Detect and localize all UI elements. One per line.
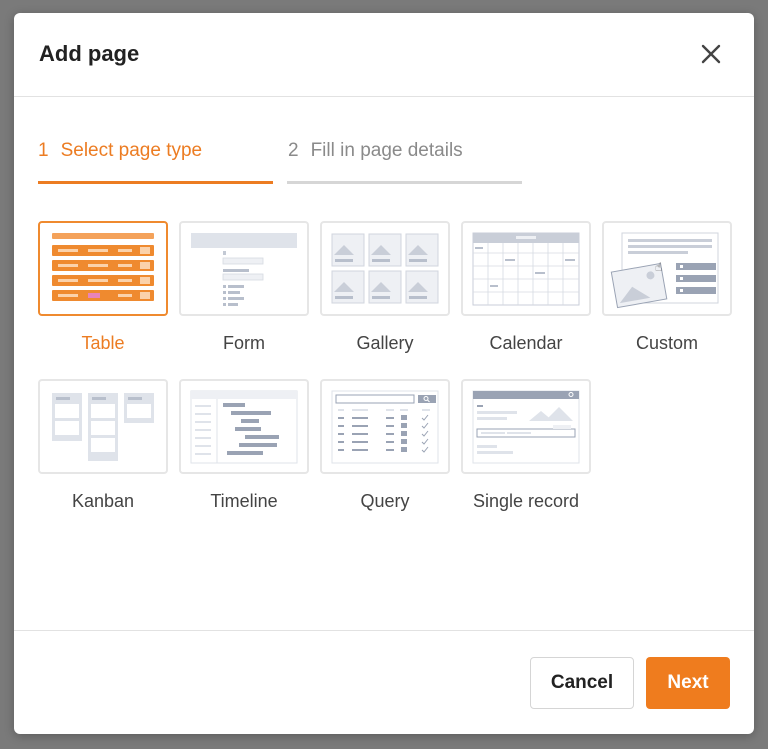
step-label: Fill in page details (310, 140, 463, 161)
custom-preview-icon: ☝ (602, 221, 732, 316)
step-label: Select page type (60, 140, 203, 161)
dialog-title: Add page (39, 41, 140, 66)
page-type-gallery[interactable]: Gallery (320, 221, 450, 354)
add-page-dialog: Add page 1 Select page type 2 Fill in page… (14, 13, 754, 734)
gallery-preview-icon (320, 221, 450, 316)
kanban-preview-icon (38, 379, 168, 474)
page-type-calendar[interactable]: Calendar (461, 221, 591, 354)
single-record-preview-icon (461, 379, 591, 474)
svg-text:☝: ☝ (655, 260, 662, 274)
step-number: 2 (288, 140, 299, 161)
page-type-single-record[interactable]: Single record (461, 379, 591, 512)
step-number: 1 (38, 140, 49, 161)
step-active-bar (38, 181, 273, 184)
page-type-label: Kanban (71, 491, 135, 511)
form-preview-icon (179, 221, 309, 316)
page-type-label: Calendar (489, 333, 563, 353)
page-type-kanban[interactable]: Kanban (38, 379, 168, 512)
page-type-table[interactable]: Table (38, 221, 168, 354)
step-select-page-type[interactable]: 1 Select page type (38, 140, 202, 162)
calendar-preview-icon (461, 221, 591, 316)
dialog-header: Add page (14, 13, 754, 97)
page-type-label: Custom (635, 333, 698, 353)
page-type-query[interactable]: Query (320, 379, 450, 512)
table-preview-icon (38, 221, 168, 316)
step-fill-in-page-details[interactable]: 2 Fill in page details (288, 140, 463, 162)
page-type-timeline[interactable]: Timeline (179, 379, 309, 512)
page-type-label: Table (81, 333, 125, 353)
page-type-form[interactable]: Form (179, 221, 309, 354)
page-type-label: Form (223, 333, 265, 353)
close-icon (701, 44, 721, 64)
timeline-preview-icon (179, 379, 309, 474)
page-type-label: Gallery (356, 333, 414, 353)
page-type-custom[interactable]: ☝ Custom (602, 221, 732, 354)
page-type-label: Query (360, 491, 410, 511)
cancel-button[interactable]: Cancel (530, 657, 634, 709)
query-preview-icon (320, 379, 450, 474)
dialog-footer: Cancel Next (14, 630, 754, 734)
step-inactive-bar (287, 181, 522, 184)
stepper: 1 Select page type 2 Fill in page details (38, 140, 738, 184)
page-type-label: Single record (472, 491, 580, 511)
close-button[interactable] (698, 41, 724, 67)
page-type-label: Timeline (210, 491, 278, 511)
next-button[interactable]: Next (646, 657, 730, 709)
